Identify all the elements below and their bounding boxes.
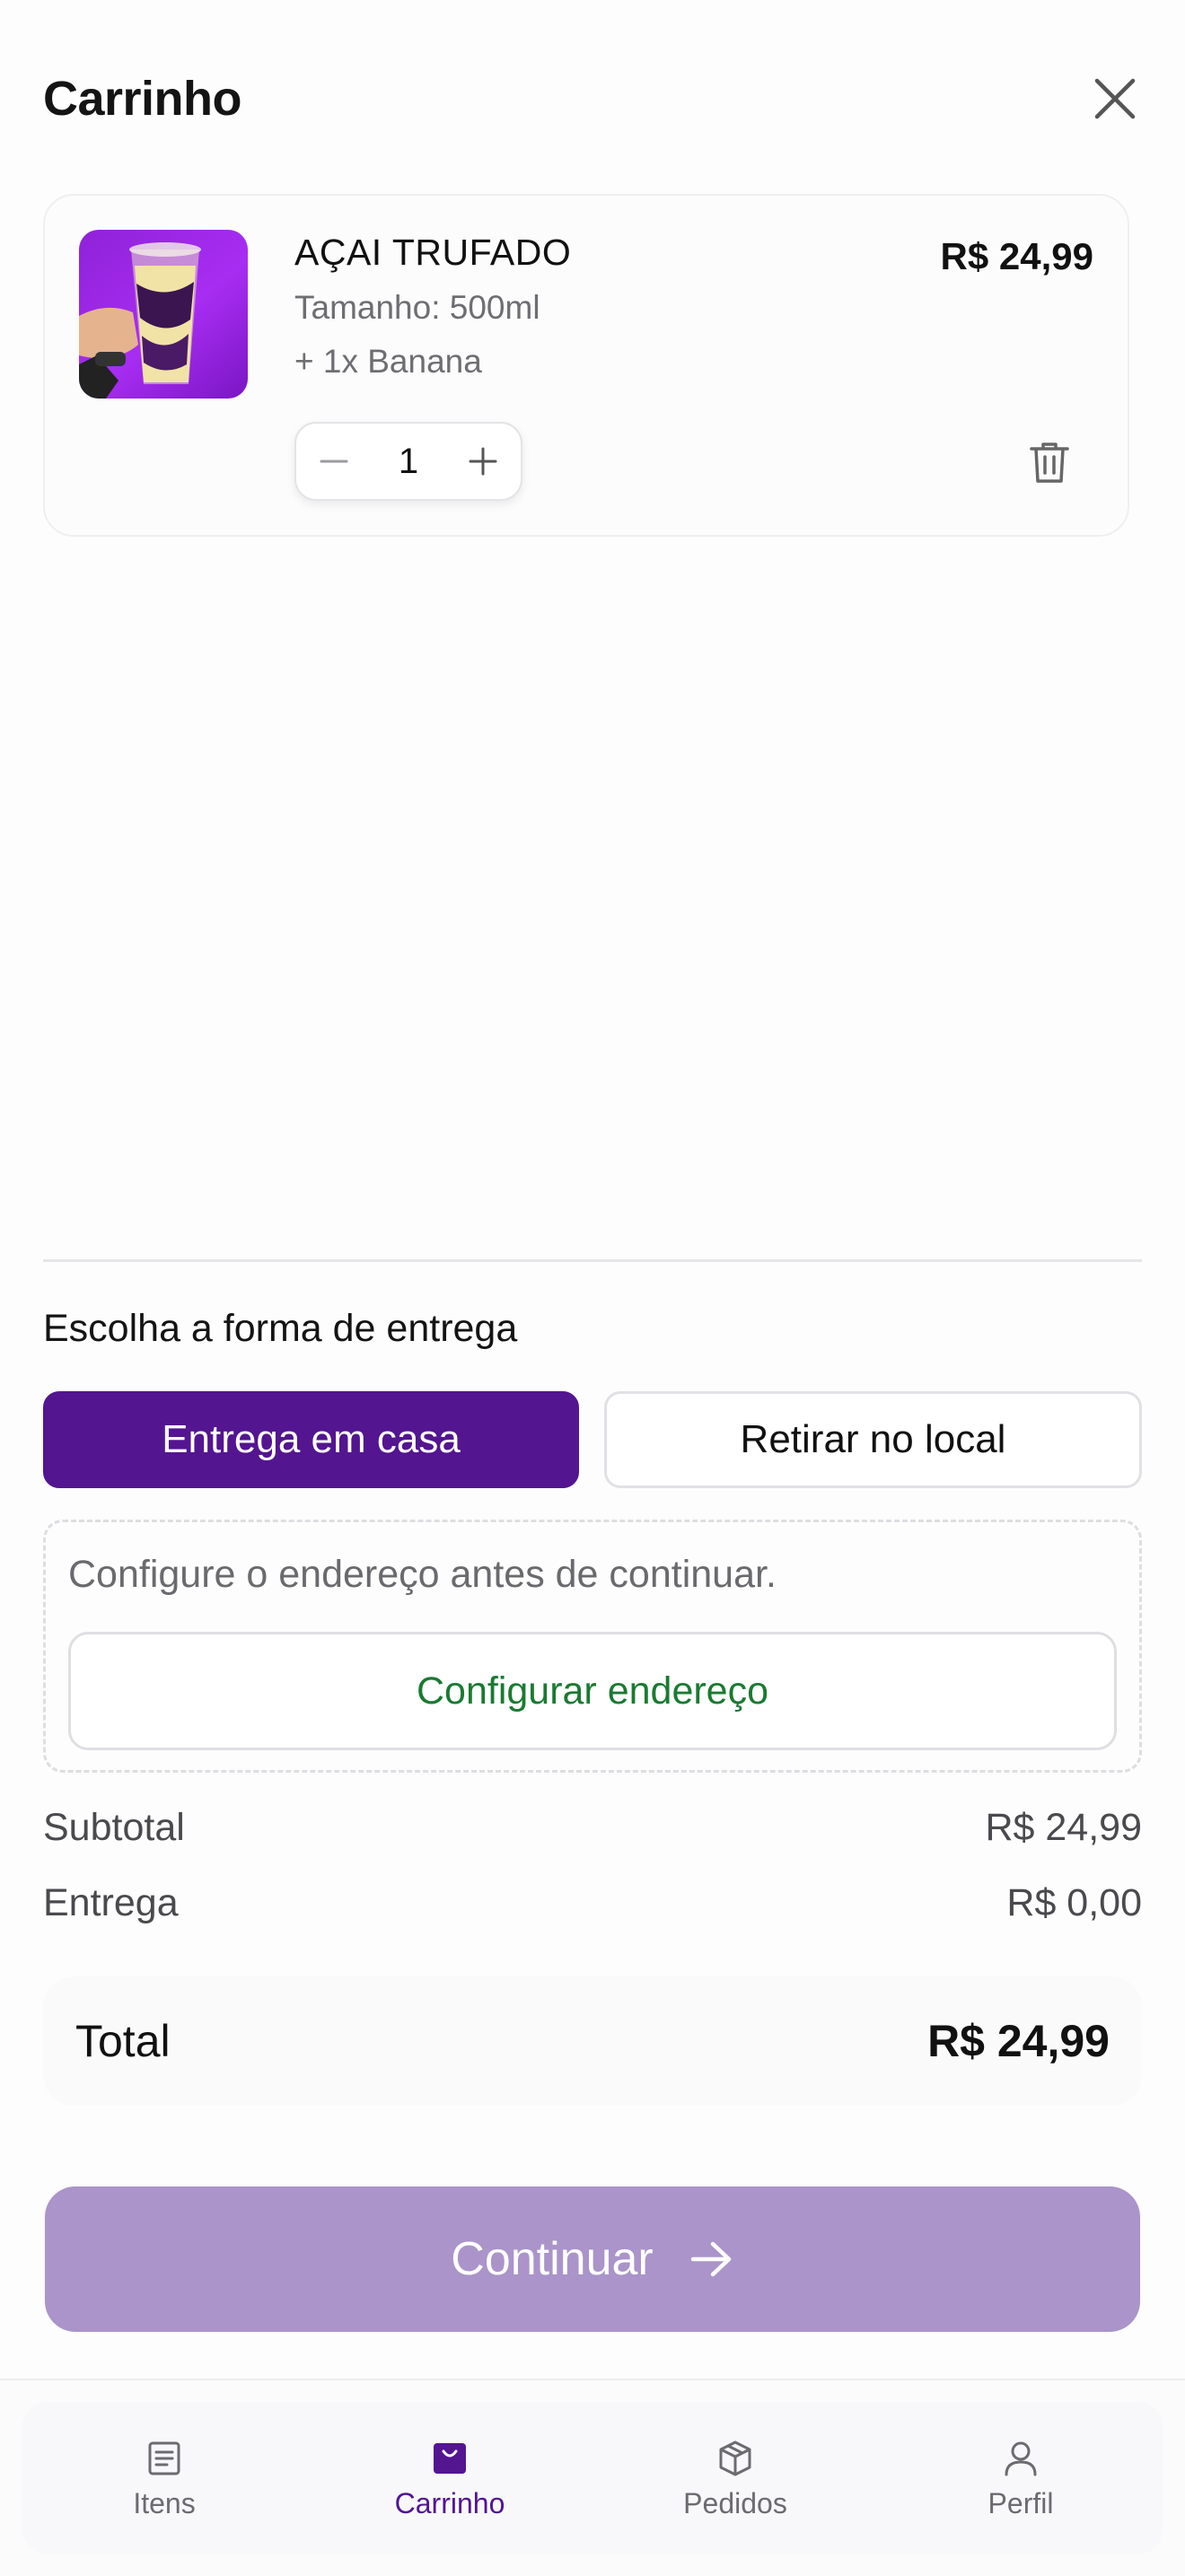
cart-item: AÇAI TRUFADO Tamanho: 500ml + 1x Banana … — [43, 194, 1129, 537]
delivery-option-home[interactable]: Entrega em casa — [43, 1391, 579, 1488]
package-icon — [714, 2437, 757, 2480]
continue-button[interactable]: Continuar — [45, 2186, 1140, 2332]
delete-item-button[interactable] — [1018, 431, 1081, 494]
bottom-nav-bar: Itens Carrinho Pedidos Perfil — [22, 2402, 1163, 2554]
nav-item-carrinho[interactable]: Carrinho — [307, 2402, 592, 2554]
item-addon: + 1x Banana — [294, 343, 482, 380]
acai-cup-illustration — [79, 242, 201, 399]
section-divider — [43, 1259, 1142, 1262]
cart-screen: Carrinho AÇAI TRUFADO Tamanho: 500ml + 1… — [0, 0, 1185, 2576]
delivery-fee-row: Entrega R$ 0,00 — [43, 1881, 1142, 1925]
item-name: AÇAI TRUFADO — [294, 232, 572, 273]
nav-label-itens: Itens — [133, 2486, 196, 2519]
nav-item-itens[interactable]: Itens — [22, 2402, 307, 2554]
quantity-stepper: 1 — [294, 422, 522, 501]
delivery-method-title: Escolha a forma de entrega — [43, 1307, 518, 1350]
delivery-fee-label: Entrega — [43, 1881, 179, 1924]
plus-icon — [469, 447, 497, 476]
increase-quantity-button[interactable] — [454, 433, 512, 490]
configure-address-button[interactable]: Configurar endereço — [68, 1632, 1117, 1750]
close-icon — [1094, 78, 1136, 119]
total-row: Total R$ 24,99 — [43, 1976, 1142, 2106]
trash-icon — [1030, 442, 1069, 483]
close-button[interactable] — [1079, 63, 1151, 135]
address-box: Configure o endereço antes de continuar.… — [43, 1520, 1142, 1773]
minus-icon — [320, 460, 348, 463]
arrow-right-icon — [690, 2241, 731, 2277]
subtotal-row: Subtotal R$ 24,99 — [43, 1806, 1142, 1850]
nav-label-perfil: Perfil — [988, 2486, 1054, 2519]
subtotal-value: R$ 24,99 — [985, 1806, 1142, 1849]
delivery-fee-value: R$ 0,00 — [1006, 1881, 1142, 1924]
item-size: Tamanho: 500ml — [294, 289, 540, 326]
address-warning: Configure o endereço antes de continuar. — [68, 1553, 777, 1596]
nav-label-pedidos: Pedidos — [683, 2486, 787, 2519]
user-icon — [999, 2437, 1042, 2480]
nav-item-pedidos[interactable]: Pedidos — [592, 2402, 878, 2554]
shopping-bag-icon — [428, 2437, 471, 2480]
bottom-nav: Itens Carrinho Pedidos Perfil — [0, 2379, 1185, 2576]
page-title: Carrinho — [43, 72, 242, 126]
item-price: R$ 24,99 — [940, 235, 1093, 277]
quantity-value: 1 — [398, 441, 419, 481]
list-icon — [143, 2437, 186, 2480]
product-image — [79, 230, 248, 399]
delivery-option-pickup[interactable]: Retirar no local — [604, 1391, 1142, 1488]
delivery-options: Entrega em casa Retirar no local — [43, 1391, 1142, 1488]
nav-item-perfil[interactable]: Perfil — [878, 2402, 1163, 2554]
total-label: Total — [75, 2016, 171, 2066]
subtotal-label: Subtotal — [43, 1806, 185, 1849]
total-value: R$ 24,99 — [927, 2016, 1110, 2066]
nav-label-carrinho: Carrinho — [394, 2486, 505, 2519]
decrease-quantity-button[interactable] — [305, 433, 363, 490]
header: Carrinho — [43, 54, 1142, 144]
continue-label: Continuar — [451, 2233, 654, 2285]
